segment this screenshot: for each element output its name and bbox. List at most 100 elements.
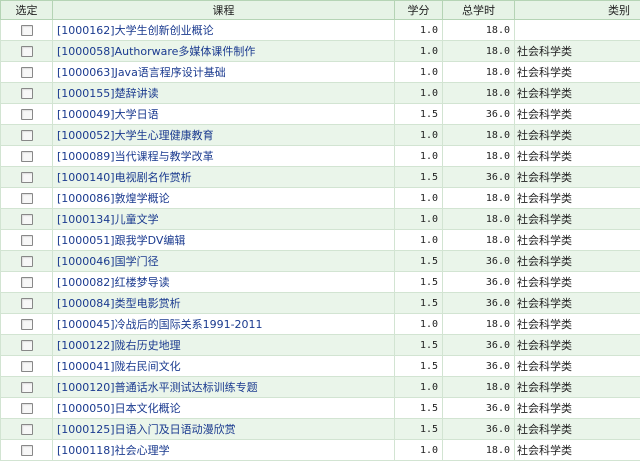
select-cell [0,355,53,377]
select-checkbox[interactable] [20,214,33,225]
hours-cell: 18.0 [442,229,515,251]
select-checkbox[interactable] [20,340,33,351]
select-checkbox[interactable] [20,172,33,183]
course-cell: [1000052]大学生心理健康教育 [52,124,395,146]
select-checkbox[interactable] [20,193,33,204]
table-row: [1000084]类型电影赏析 1.5 36.0 社会科学类 [0,292,640,314]
credit-cell: 1.0 [394,376,443,398]
category-cell: 社会科学类 [514,124,640,146]
hours-cell: 36.0 [442,397,515,419]
select-cell [0,166,53,188]
select-checkbox[interactable] [20,361,33,372]
select-checkbox[interactable] [20,256,33,267]
select-cell [0,124,53,146]
table-row: [1000046]国学门径 1.5 36.0 社会科学类 [0,250,640,272]
course-cell: [1000082]红楼梦导读 [52,271,395,293]
category-cell: 社会科学类 [514,103,640,125]
course-cell: [1000118]社会心理学 [52,439,395,461]
category-cell: 社会科学类 [514,208,640,230]
select-checkbox[interactable] [20,424,33,435]
select-checkbox[interactable] [20,382,33,393]
course-link[interactable]: [1000041]陇右民间文化 [57,360,181,373]
select-cell [0,292,53,314]
course-cell: [1000122]陇右历史地理 [52,334,395,356]
hours-cell: 36.0 [442,103,515,125]
table-row: [1000086]敦煌学概论 1.0 18.0 社会科学类 [0,187,640,209]
category-cell: 社会科学类 [514,166,640,188]
course-link[interactable]: [1000045]冷战后的国际关系1991-2011 [57,318,263,331]
hours-cell: 18.0 [442,61,515,83]
course-cell: [1000089]当代课程与教学改革 [52,145,395,167]
select-checkbox[interactable] [20,403,33,414]
course-link[interactable]: [1000120]普通话水平测试达标训练专题 [57,381,258,394]
select-cell [0,61,53,83]
category-cell: 社会科学类 [514,145,640,167]
course-link[interactable]: [1000125]日语入门及日语动漫欣赏 [57,423,236,436]
table-row: [1000118]社会心理学 1.0 18.0 社会科学类 [0,439,640,461]
course-cell: [1000134]儿童文学 [52,208,395,230]
select-checkbox[interactable] [20,151,33,162]
hours-cell: 36.0 [442,418,515,440]
category-cell: 社会科学类 [514,250,640,272]
select-checkbox[interactable] [20,445,33,456]
select-checkbox[interactable] [20,88,33,99]
credit-cell: 1.5 [394,103,443,125]
select-cell [0,208,53,230]
select-checkbox[interactable] [20,235,33,246]
course-cell: [1000051]跟我学DV编辑 [52,229,395,251]
select-checkbox[interactable] [20,25,33,36]
course-link[interactable]: [1000051]跟我学DV编辑 [57,234,185,247]
header-hours: 总学时 [442,0,515,20]
select-checkbox[interactable] [20,46,33,57]
course-link[interactable]: [1000052]大学生心理健康教育 [57,129,214,142]
credit-cell: 1.5 [394,418,443,440]
course-link[interactable]: [1000050]日本文化概论 [57,402,181,415]
course-cell: [1000063]Java语言程序设计基础 [52,61,395,83]
credit-cell: 1.5 [394,292,443,314]
hours-cell: 18.0 [442,376,515,398]
category-cell: 社会科学类 [514,334,640,356]
course-link[interactable]: [1000058]Authorware多媒体课件制作 [57,45,255,58]
course-link[interactable]: [1000046]国学门径 [57,255,159,268]
select-checkbox[interactable] [20,67,33,78]
course-link[interactable]: [1000140]电视剧名作赏析 [57,171,192,184]
select-checkbox[interactable] [20,319,33,330]
course-table: 选定 课程 学分 总学时 类别 [1000162]大学生创新创业概论 1.0 18.… [0,0,640,461]
select-checkbox[interactable] [20,298,33,309]
category-cell: 社会科学类 [514,61,640,83]
select-checkbox[interactable] [20,130,33,141]
select-cell [0,250,53,272]
table-row: [1000052]大学生心理健康教育 1.0 18.0 社会科学类 [0,124,640,146]
credit-cell: 1.0 [394,145,443,167]
course-link[interactable]: [1000155]楚辞讲读 [57,87,159,100]
table-row: [1000041]陇右民间文化 1.5 36.0 社会科学类 [0,355,640,377]
hours-cell: 18.0 [442,19,515,41]
credit-cell: 1.5 [394,250,443,272]
select-cell [0,376,53,398]
select-cell [0,103,53,125]
course-link[interactable]: [1000082]红楼梦导读 [57,276,170,289]
table-row: [1000134]儿童文学 1.0 18.0 社会科学类 [0,208,640,230]
table-header-row: 选定 课程 学分 总学时 类别 [0,0,640,20]
hours-cell: 18.0 [442,40,515,62]
course-link[interactable]: [1000063]Java语言程序设计基础 [57,66,226,79]
select-cell [0,145,53,167]
select-checkbox[interactable] [20,277,33,288]
course-link[interactable]: [1000049]大学日语 [57,108,159,121]
credit-cell: 1.0 [394,40,443,62]
course-link[interactable]: [1000134]儿童文学 [57,213,159,226]
table-row: [1000089]当代课程与教学改革 1.0 18.0 社会科学类 [0,145,640,167]
course-link[interactable]: [1000089]当代课程与教学改革 [57,150,214,163]
table-row: [1000049]大学日语 1.5 36.0 社会科学类 [0,103,640,125]
course-link[interactable]: [1000084]类型电影赏析 [57,297,181,310]
course-link[interactable]: [1000118]社会心理学 [57,444,170,457]
course-link[interactable]: [1000122]陇右历史地理 [57,339,181,352]
header-category: 类别 [514,0,640,20]
hours-cell: 18.0 [442,124,515,146]
header-select: 选定 [0,0,53,20]
table-row: [1000155]楚辞讲读 1.0 18.0 社会科学类 [0,82,640,104]
course-link[interactable]: [1000162]大学生创新创业概论 [57,24,214,37]
select-checkbox[interactable] [20,109,33,120]
header-credit: 学分 [394,0,443,20]
course-link[interactable]: [1000086]敦煌学概论 [57,192,170,205]
